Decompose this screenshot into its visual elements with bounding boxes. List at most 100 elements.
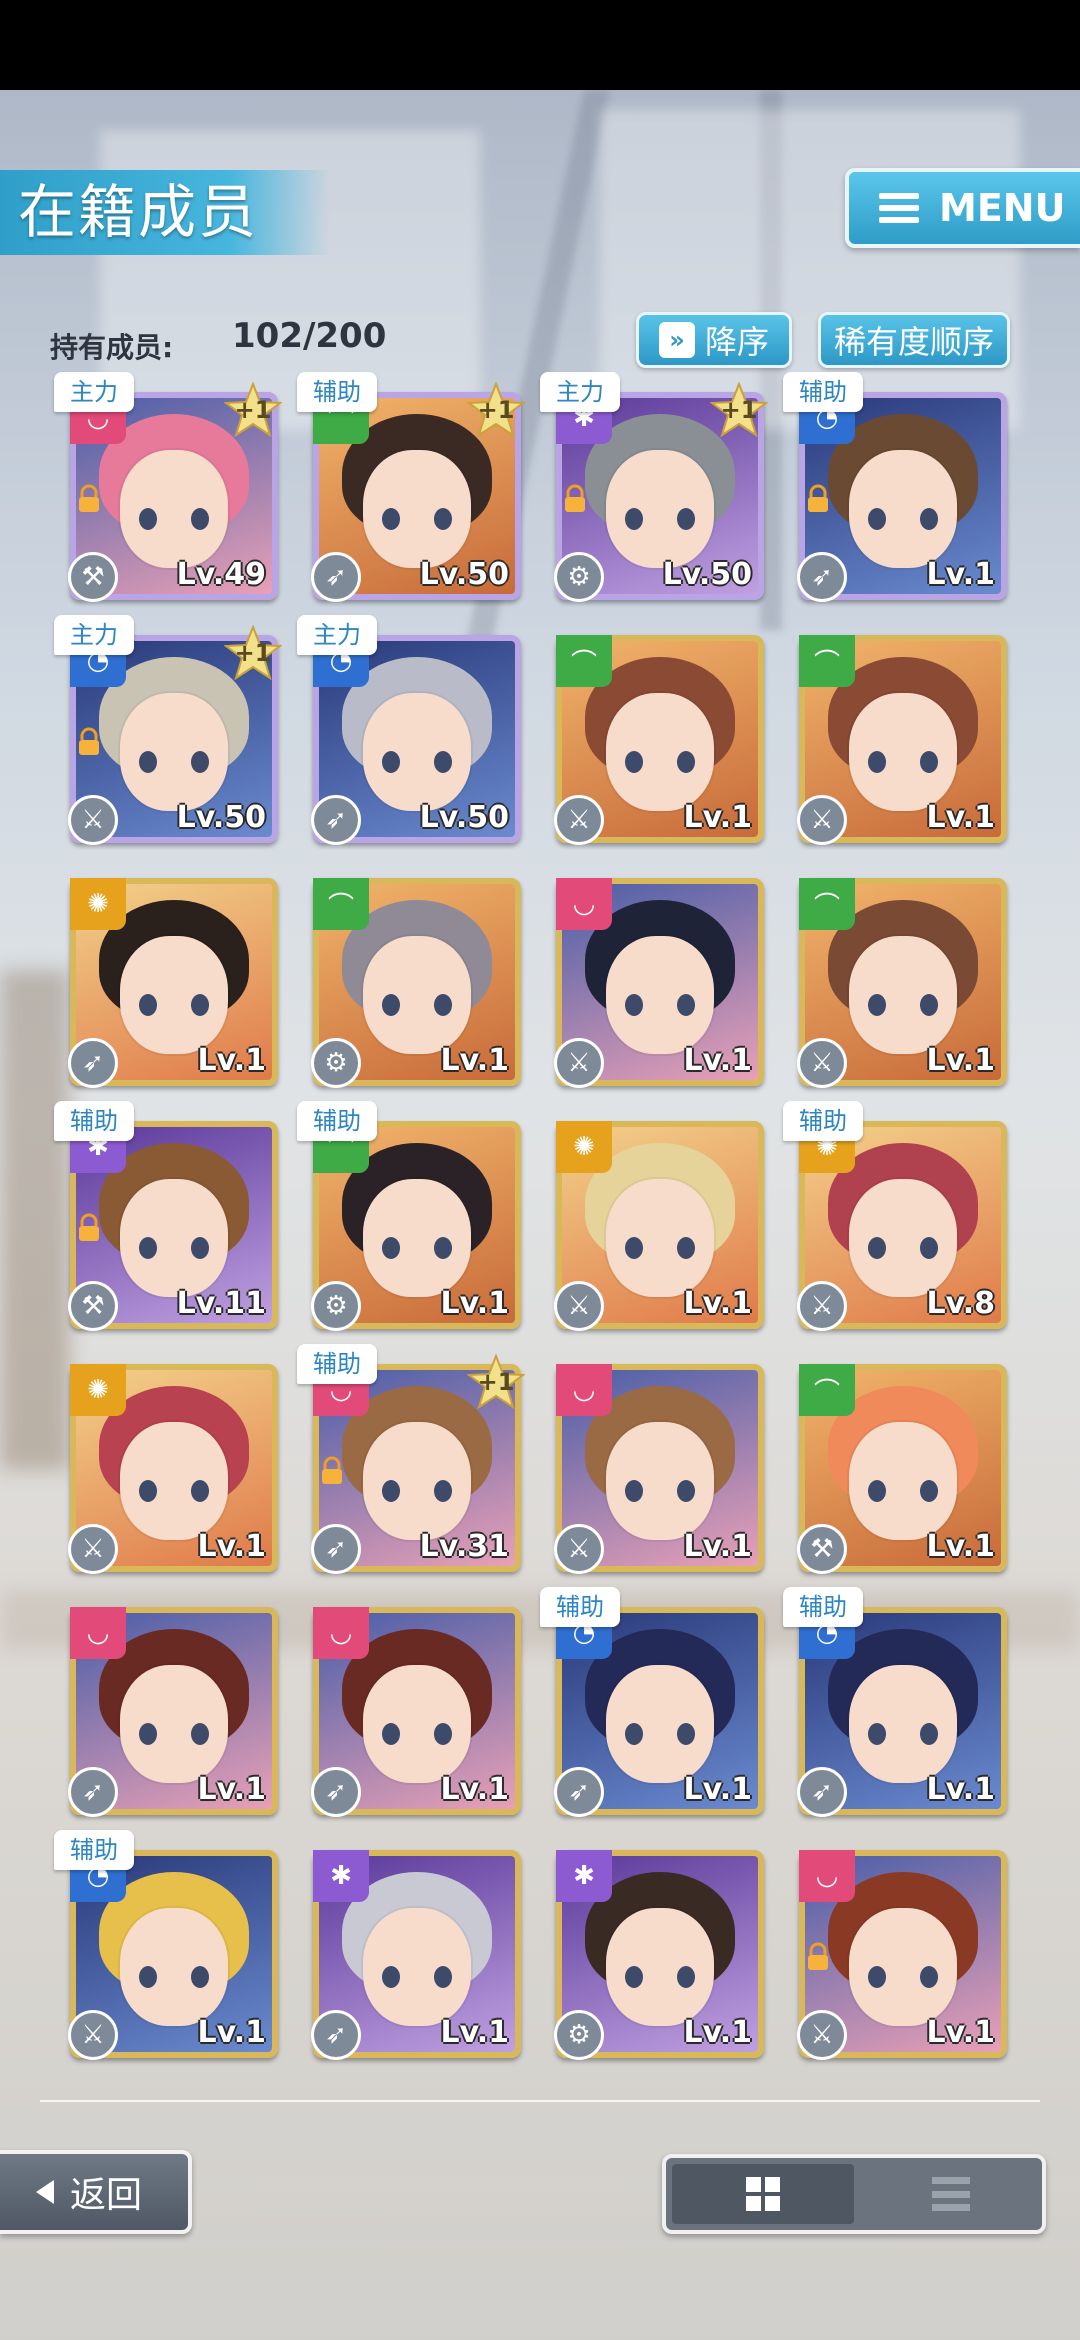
level-label: Lv.1 bbox=[926, 1043, 996, 1078]
level-label: Lv.1 bbox=[440, 1286, 510, 1321]
level-label: Lv.1 bbox=[440, 1772, 510, 1807]
sort-key-button[interactable]: 稀有度顺序 bbox=[818, 312, 1010, 368]
member-card[interactable]: ⌒ ⚒ Lv.1 bbox=[797, 1364, 1007, 1574]
lock-icon bbox=[803, 1942, 833, 1972]
back-label: 返回 bbox=[70, 2175, 143, 2216]
attribute-icon: ⌒ bbox=[556, 635, 612, 687]
grid-view-button[interactable] bbox=[672, 2164, 854, 2224]
attribute-icon: ⌒ bbox=[799, 1364, 855, 1416]
member-card[interactable]: ⌒ ⚔ Lv.1 bbox=[797, 878, 1007, 1088]
member-card[interactable]: ⌒ ⚙ Lv.1 bbox=[311, 878, 521, 1088]
plus-count: +1 bbox=[477, 396, 515, 424]
view-toggle bbox=[662, 2154, 1046, 2234]
lock-icon bbox=[74, 1213, 104, 1243]
level-label: Lv.1 bbox=[926, 1529, 996, 1564]
member-card[interactable]: ◔ 辅助 ➶ Lv.1 bbox=[783, 1587, 1007, 1817]
lock-icon bbox=[560, 484, 590, 514]
gun-icon: ➶ bbox=[797, 552, 847, 602]
level-label: Lv.50 bbox=[176, 800, 266, 835]
plus-count: +1 bbox=[720, 396, 758, 424]
members-count: 102/200 bbox=[232, 316, 387, 356]
sword-icon: ⚔ bbox=[554, 795, 604, 845]
gear-icon: ⚙ bbox=[311, 1281, 361, 1331]
gun-icon: ➶ bbox=[554, 1767, 604, 1817]
gear-icon: ⚙ bbox=[554, 2010, 604, 2060]
list-view-icon bbox=[932, 2177, 970, 2211]
attribute-icon: ⌒ bbox=[799, 878, 855, 930]
double-chevron-down-icon: » bbox=[658, 322, 695, 358]
member-card[interactable]: ◔ 主力 +1 ⚔ Lv.50 bbox=[54, 615, 282, 845]
gun-icon: ➶ bbox=[311, 552, 361, 602]
role-tag: 辅助 bbox=[297, 1101, 377, 1141]
member-card[interactable]: ✺ ⚔ Lv.1 bbox=[554, 1121, 764, 1331]
member-card[interactable]: ✺ ⚔ Lv.1 bbox=[68, 1364, 278, 1574]
level-label: Lv.1 bbox=[197, 1043, 267, 1078]
star-plus-icon: +1 bbox=[467, 1354, 525, 1410]
sword-icon: ⚔ bbox=[68, 1524, 118, 1574]
member-card[interactable]: ◡ ➶ Lv.1 bbox=[68, 1607, 278, 1817]
back-button[interactable]: 返回 bbox=[0, 2150, 192, 2234]
attribute-icon: ✱ bbox=[313, 1850, 369, 1902]
menu-button[interactable]: MENU bbox=[845, 168, 1080, 248]
hamburger-icon bbox=[879, 193, 919, 223]
lock-icon bbox=[803, 484, 833, 514]
member-card[interactable]: ◡ ⚔ Lv.1 bbox=[554, 878, 764, 1088]
member-card[interactable]: ◡ 主力 +1 ⚒ Lv.49 bbox=[54, 372, 282, 602]
role-tag: 辅助 bbox=[783, 1587, 863, 1627]
member-card[interactable]: ⌒ 辅助 +1 ➶ Lv.50 bbox=[297, 372, 525, 602]
role-tag: 辅助 bbox=[54, 1101, 134, 1141]
member-card[interactable]: ◔ 辅助 ➶ Lv.1 bbox=[783, 372, 1007, 602]
member-card[interactable]: ◡ ➶ Lv.1 bbox=[311, 1607, 521, 1817]
role-tag: 主力 bbox=[54, 615, 134, 655]
member-card[interactable]: ◡ 辅助 +1 ➶ Lv.31 bbox=[297, 1344, 525, 1574]
sword-icon: ⚔ bbox=[797, 2010, 847, 2060]
role-tag: 主力 bbox=[540, 372, 620, 412]
level-label: Lv.11 bbox=[176, 1286, 266, 1321]
lock-icon bbox=[317, 1456, 347, 1486]
gun-icon: ➶ bbox=[68, 1767, 118, 1817]
back-arrow-icon bbox=[36, 2180, 54, 2204]
role-tag: 主力 bbox=[297, 615, 377, 655]
member-card[interactable]: ◡ ⚔ Lv.1 bbox=[797, 1850, 1007, 2060]
level-label: Lv.1 bbox=[440, 2015, 510, 2050]
attribute-icon: ✺ bbox=[70, 1364, 126, 1416]
attribute-icon: ✺ bbox=[556, 1121, 612, 1173]
member-card[interactable]: ◡ ⚔ Lv.1 bbox=[554, 1364, 764, 1574]
role-tag: 主力 bbox=[54, 372, 134, 412]
member-card[interactable]: ✱ ➶ Lv.1 bbox=[311, 1850, 521, 2060]
hammer-icon: ⚒ bbox=[797, 1524, 847, 1574]
member-card[interactable]: ⌒ ⚔ Lv.1 bbox=[554, 635, 764, 845]
sword-icon: ⚔ bbox=[68, 2010, 118, 2060]
gear-icon: ⚙ bbox=[554, 552, 604, 602]
member-card[interactable]: ⌒ ⚔ Lv.1 bbox=[797, 635, 1007, 845]
star-plus-icon: +1 bbox=[224, 382, 282, 438]
member-card[interactable]: ⌒ 辅助 ⚙ Lv.1 bbox=[297, 1101, 521, 1331]
sort-order-button[interactable]: » 降序 bbox=[636, 312, 792, 368]
lock-icon bbox=[74, 484, 104, 514]
sword-icon: ⚔ bbox=[554, 1281, 604, 1331]
star-plus-icon: +1 bbox=[467, 382, 525, 438]
role-tag: 辅助 bbox=[783, 372, 863, 412]
member-card[interactable]: ◔ 主力 ➶ Lv.50 bbox=[297, 615, 521, 845]
sort-order-label: 降序 bbox=[704, 323, 769, 361]
sort-key-label: 稀有度顺序 bbox=[833, 323, 994, 361]
attribute-icon: ◡ bbox=[556, 1364, 612, 1416]
member-card[interactable]: ✱ ⚙ Lv.1 bbox=[554, 1850, 764, 2060]
member-card[interactable]: ✺ ➶ Lv.1 bbox=[68, 878, 278, 1088]
level-label: Lv.50 bbox=[419, 800, 509, 835]
list-view-button[interactable] bbox=[860, 2158, 1042, 2230]
level-label: Lv.1 bbox=[683, 1286, 753, 1321]
attribute-icon: ◡ bbox=[70, 1607, 126, 1659]
grid-view-icon bbox=[746, 2177, 780, 2211]
member-card[interactable]: ✱ 辅助 ⚒ Lv.11 bbox=[54, 1101, 278, 1331]
sword-icon: ⚔ bbox=[554, 1038, 604, 1088]
member-card[interactable]: ✺ 辅助 ⚔ Lv.8 bbox=[783, 1101, 1007, 1331]
star-plus-icon: +1 bbox=[224, 625, 282, 681]
member-card[interactable]: ◔ 辅助 ➶ Lv.1 bbox=[540, 1587, 764, 1817]
gun-icon: ➶ bbox=[68, 1038, 118, 1088]
member-card[interactable]: ◔ 辅助 ⚔ Lv.1 bbox=[54, 1830, 278, 2060]
gun-icon: ➶ bbox=[311, 1524, 361, 1574]
level-label: Lv.1 bbox=[683, 1772, 753, 1807]
member-card[interactable]: ✱ 主力 +1 ⚙ Lv.50 bbox=[540, 372, 768, 602]
page-title: 在籍成员 bbox=[0, 170, 330, 255]
